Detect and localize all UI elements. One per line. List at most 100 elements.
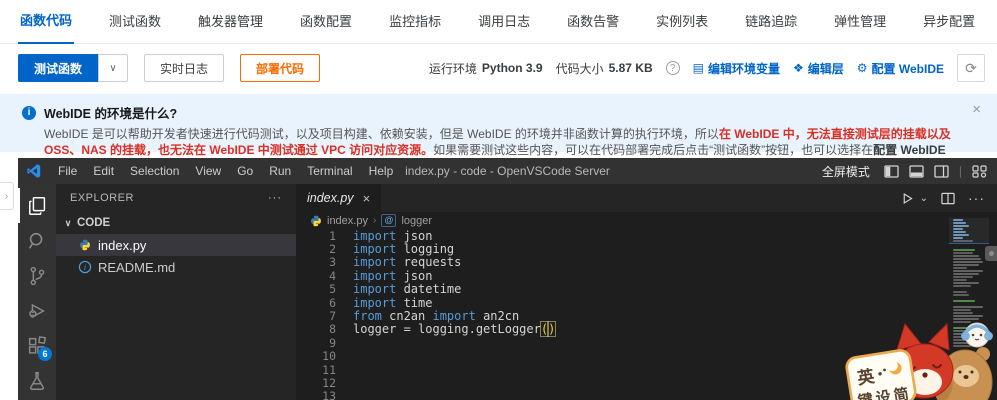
console-tab[interactable]: 监控指标 bbox=[387, 11, 443, 43]
refresh-button[interactable]: ⟳ bbox=[957, 54, 985, 82]
file-row[interactable]: iREADME.md bbox=[56, 256, 296, 278]
minimap-line bbox=[953, 249, 975, 251]
folder-row-code[interactable]: ∨ CODE bbox=[56, 212, 296, 234]
toggle-sidebar-icon[interactable] bbox=[884, 165, 899, 178]
divider: | bbox=[959, 164, 962, 178]
toggle-secondary-sidebar-icon[interactable] bbox=[934, 165, 949, 178]
deploy-code-button[interactable]: 部署代码 bbox=[240, 54, 320, 82]
minimap-line bbox=[953, 294, 969, 296]
console-tab[interactable]: 实例列表 bbox=[654, 11, 710, 43]
console-tab-bar: 函数代码 测试函数 触发器管理 函数配置 监控指标 调用日志 函数告警 实例列表 链路追踪 弹性管… bbox=[0, 0, 997, 44]
breadcrumb-file[interactable]: index.py bbox=[327, 215, 368, 227]
console-tab[interactable]: 函数代码 bbox=[18, 10, 74, 44]
line-number: 11 bbox=[296, 363, 336, 377]
file-tree: index.pyiREADME.md bbox=[56, 234, 296, 278]
test-function-dropdown[interactable]: ∨ bbox=[98, 54, 128, 82]
minimap-line bbox=[953, 219, 963, 221]
speech-bubble: 英 键设简 bbox=[845, 349, 917, 400]
minimap-line bbox=[953, 255, 979, 257]
assistant-mascot[interactable]: 英 键设简 bbox=[845, 308, 997, 400]
run-python-file-icon[interactable] bbox=[901, 192, 914, 205]
console-tab[interactable]: 异步配置 bbox=[921, 11, 977, 43]
editor-tabstrip: index.py × ⌄ ··· bbox=[296, 184, 997, 212]
minimap-line bbox=[953, 240, 973, 242]
minimap-line bbox=[953, 237, 963, 239]
line-content: import time bbox=[336, 296, 432, 310]
code-token: logger = logging.getLogger bbox=[353, 322, 541, 336]
menu-selection[interactable]: Selection bbox=[122, 161, 187, 181]
testing-icon[interactable] bbox=[18, 363, 56, 398]
split-editor-icon[interactable] bbox=[941, 192, 955, 205]
window-title: index.py - code - OpenVSCode Server bbox=[405, 164, 610, 178]
line-number: 13 bbox=[296, 389, 336, 400]
line-content: logger = logging.getLogger() bbox=[336, 322, 555, 336]
customize-layout-icon[interactable] bbox=[972, 165, 987, 178]
fullscreen-mode-button[interactable]: 全屏模式 bbox=[822, 163, 870, 180]
extensions-icon[interactable]: 6 bbox=[18, 328, 56, 363]
menu-go[interactable]: Go bbox=[229, 161, 261, 181]
panel-expander-button[interactable]: › bbox=[0, 182, 14, 210]
minimap-line bbox=[953, 222, 966, 224]
code-token: import bbox=[432, 309, 475, 323]
info-icon: i bbox=[22, 106, 36, 120]
close-icon[interactable]: × bbox=[972, 102, 981, 117]
refresh-icon: ⟳ bbox=[965, 60, 977, 77]
code-line: 3import requests bbox=[296, 256, 997, 269]
toolbar-link[interactable]: ▤编辑环境变量 bbox=[693, 60, 780, 77]
code-line: 5import datetime bbox=[296, 283, 997, 296]
console-tab[interactable]: 链路追踪 bbox=[743, 11, 799, 43]
breadcrumb[interactable]: index.py › @ logger bbox=[296, 212, 997, 229]
toolbar-link[interactable]: ⚙配置 WebIDE bbox=[857, 60, 944, 77]
console-tab[interactable]: 函数配置 bbox=[298, 11, 354, 43]
menu-terminal[interactable]: Terminal bbox=[299, 161, 360, 181]
explorer-icon[interactable] bbox=[18, 188, 56, 223]
file-row[interactable]: index.py bbox=[56, 234, 296, 256]
menu-view[interactable]: View bbox=[187, 161, 229, 181]
resize-grip[interactable] bbox=[985, 246, 997, 261]
menu-edit[interactable]: Edit bbox=[85, 161, 122, 181]
explorer-more-icon[interactable]: ··· bbox=[268, 192, 282, 204]
minimap-line bbox=[953, 270, 983, 272]
toolbar-link-label: 配置 WebIDE bbox=[872, 60, 944, 77]
line-content: import json bbox=[336, 269, 432, 283]
code-token: datetime bbox=[396, 282, 461, 296]
layers-icon: ❖ bbox=[793, 61, 804, 75]
test-function-button[interactable]: 测试函数 bbox=[18, 54, 98, 82]
menu-run[interactable]: Run bbox=[261, 161, 299, 181]
realtime-log-button[interactable]: 实时日志 bbox=[144, 54, 224, 82]
code-token: cn2an bbox=[382, 309, 433, 323]
source-control-icon[interactable] bbox=[18, 258, 56, 293]
minimap-line bbox=[953, 282, 979, 284]
menu-file[interactable]: File bbox=[50, 161, 85, 181]
variable-symbol-icon: @ bbox=[381, 214, 396, 227]
toolbar-link[interactable]: ❖编辑层 bbox=[793, 60, 844, 77]
banner-title: WebIDE 的环境是什么? bbox=[44, 103, 177, 122]
help-icon[interactable]: ? bbox=[666, 61, 680, 75]
console-tab[interactable]: 调用日志 bbox=[476, 11, 532, 43]
line-number: 9 bbox=[296, 336, 336, 350]
editor-tab-indexpy[interactable]: index.py × bbox=[296, 184, 381, 212]
explorer-header: EXPLORER bbox=[70, 192, 134, 204]
line-number: 10 bbox=[296, 349, 336, 363]
minimap-line bbox=[953, 288, 987, 290]
console-tab[interactable]: 测试函数 bbox=[107, 11, 163, 43]
minimap-line bbox=[953, 291, 967, 293]
toggle-panel-icon[interactable] bbox=[909, 165, 924, 178]
line-content: import datetime bbox=[336, 282, 461, 296]
close-tab-icon[interactable]: × bbox=[363, 191, 371, 206]
more-actions-icon[interactable]: ··· bbox=[968, 190, 985, 206]
console-tab[interactable]: 函数告警 bbox=[565, 11, 621, 43]
run-options-chevron-icon[interactable]: ⌄ bbox=[920, 193, 928, 204]
info-file-icon: i bbox=[77, 260, 92, 275]
breadcrumb-symbol[interactable]: logger bbox=[401, 215, 432, 227]
menu-help[interactable]: Help bbox=[361, 161, 402, 181]
run-debug-icon[interactable] bbox=[18, 293, 56, 328]
svg-text:i: i bbox=[83, 263, 85, 272]
minimap-line bbox=[953, 303, 987, 305]
console-tab[interactable]: 弹性管理 bbox=[832, 11, 888, 43]
line-number: 6 bbox=[296, 296, 336, 310]
console-tab[interactable]: 触发器管理 bbox=[196, 11, 265, 43]
vscode-logo-icon bbox=[26, 163, 42, 179]
minimap-line bbox=[953, 246, 987, 248]
search-icon[interactable] bbox=[18, 223, 56, 258]
